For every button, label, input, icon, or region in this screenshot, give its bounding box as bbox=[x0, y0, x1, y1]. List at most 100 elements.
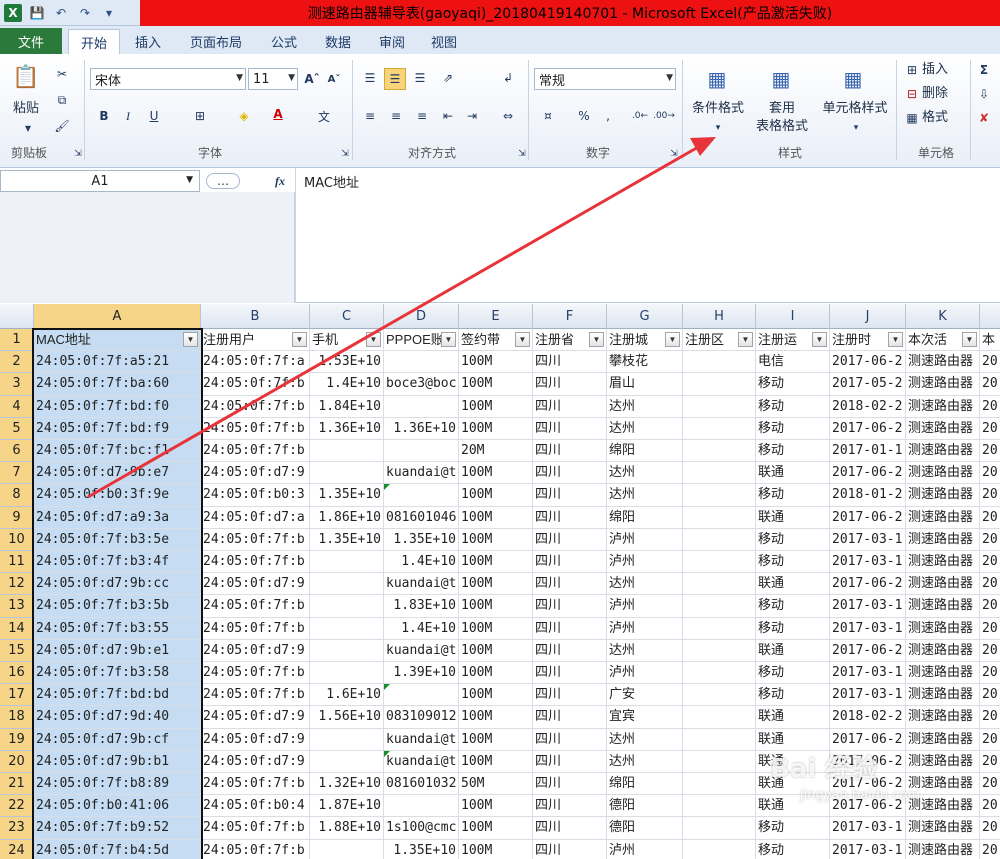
table-cell[interactable]: 20 bbox=[980, 573, 1000, 596]
table-cell[interactable]: 20 bbox=[980, 662, 1000, 685]
table-cell[interactable]: 24:05:0f:d7:9 bbox=[201, 728, 310, 751]
table-cell[interactable]: 24:05:0f:d7:9 bbox=[201, 573, 310, 596]
column-header[interactable]: F bbox=[533, 304, 607, 329]
table-cell[interactable]: 德阳 bbox=[607, 795, 683, 818]
column-header[interactable]: C bbox=[310, 304, 384, 329]
table-cell[interactable]: 24:05:0f:b0:3 bbox=[201, 484, 310, 507]
filter-dropdown-icon[interactable]: ▼ bbox=[366, 332, 381, 347]
row-header[interactable]: 11 bbox=[0, 551, 34, 574]
row-header[interactable]: 6 bbox=[0, 440, 34, 463]
formula-bar-splitter-icon[interactable]: … bbox=[206, 173, 240, 189]
table-cell[interactable]: 081601046 bbox=[384, 506, 459, 529]
comma-style-icon[interactable]: , bbox=[600, 108, 616, 124]
table-cell[interactable]: 2018-02-2 bbox=[830, 706, 906, 729]
table-cell[interactable]: 1.35E+10 bbox=[384, 839, 459, 859]
table-cell[interactable]: 100M bbox=[459, 351, 533, 374]
table-cell[interactable]: 24:05:0f:7f:b3:58 bbox=[34, 662, 201, 685]
table-cell[interactable]: 达州 bbox=[607, 462, 683, 485]
table-cell[interactable]: 移动 bbox=[756, 617, 830, 640]
header-cell[interactable]: MAC地址 ▼ bbox=[34, 329, 201, 352]
tab-home[interactable]: 开始 bbox=[68, 29, 120, 54]
table-cell[interactable]: 24:05:0f:7f:b bbox=[201, 551, 310, 574]
table-cell[interactable]: 测速路由器 bbox=[906, 817, 980, 840]
table-cell[interactable]: 测速路由器 bbox=[906, 639, 980, 662]
table-cell[interactable]: 四川 bbox=[533, 662, 607, 685]
tab-formulas[interactable]: 公式 bbox=[260, 29, 308, 54]
align-left-icon[interactable]: ≡ bbox=[362, 108, 378, 124]
table-cell[interactable]: kuandai@t bbox=[384, 750, 459, 773]
row-header[interactable]: 23 bbox=[0, 817, 34, 840]
table-cell[interactable]: 1.36E+10 bbox=[384, 417, 459, 440]
table-cell[interactable]: 2017-06-2 bbox=[830, 506, 906, 529]
italic-icon[interactable]: I bbox=[120, 108, 136, 124]
chevron-down-icon[interactable]: ▾ bbox=[710, 120, 726, 136]
row-header[interactable]: 13 bbox=[0, 595, 34, 618]
column-header[interactable]: E bbox=[459, 304, 533, 329]
table-cell[interactable]: 100M bbox=[459, 684, 533, 707]
table-cell[interactable] bbox=[683, 506, 756, 529]
table-cell[interactable]: 四川 bbox=[533, 395, 607, 418]
table-cell[interactable]: 24:05:0f:7f:b bbox=[201, 684, 310, 707]
table-cell[interactable] bbox=[683, 728, 756, 751]
table-cell[interactable]: 2017-06-2 bbox=[830, 351, 906, 374]
table-cell[interactable]: 移动 bbox=[756, 662, 830, 685]
table-cell[interactable]: 2017-06-2 bbox=[830, 639, 906, 662]
table-cell[interactable]: 测速路由器 bbox=[906, 440, 980, 463]
table-cell[interactable] bbox=[683, 750, 756, 773]
table-cell[interactable]: 泸州 bbox=[607, 595, 683, 618]
excel-logo-icon[interactable]: X bbox=[4, 4, 22, 22]
filter-dropdown-icon[interactable]: ▼ bbox=[962, 332, 977, 347]
table-cell[interactable]: 20 bbox=[980, 373, 1000, 396]
table-cell[interactable]: 2017-06-2 bbox=[830, 417, 906, 440]
table-cell[interactable]: 24:05:0f:7f:bd:f9 bbox=[34, 417, 201, 440]
header-cell[interactable]: 注册运 ▼ bbox=[756, 329, 830, 352]
borders-icon[interactable]: ⊞ bbox=[192, 108, 208, 124]
table-cell[interactable]: 24:05:0f:b0:3f:9e bbox=[34, 484, 201, 507]
header-cell[interactable]: 注册时 ▼ bbox=[830, 329, 906, 352]
table-cell[interactable]: 联通 bbox=[756, 462, 830, 485]
table-cell[interactable]: 20 bbox=[980, 706, 1000, 729]
table-cell[interactable]: 测速路由器 bbox=[906, 706, 980, 729]
table-cell[interactable]: 1.84E+10 bbox=[310, 395, 384, 418]
table-cell[interactable]: 泸州 bbox=[607, 528, 683, 551]
table-cell[interactable]: 083109012 bbox=[384, 706, 459, 729]
header-cell[interactable]: 注册区 ▼ bbox=[683, 329, 756, 352]
table-cell[interactable]: 100M bbox=[459, 750, 533, 773]
table-cell[interactable]: 达州 bbox=[607, 639, 683, 662]
table-cell[interactable]: 四川 bbox=[533, 440, 607, 463]
table-cell[interactable] bbox=[683, 773, 756, 796]
align-center-icon[interactable]: ≡ bbox=[388, 108, 404, 124]
name-box[interactable]: A1 ▼ bbox=[0, 170, 200, 192]
table-cell[interactable]: 1.36E+10 bbox=[310, 417, 384, 440]
conditional-format-button[interactable]: 条件格式 bbox=[686, 100, 750, 118]
table-cell[interactable]: 20 bbox=[980, 529, 1000, 551]
table-cell[interactable]: 100M bbox=[459, 506, 533, 529]
table-cell[interactable]: 24:05:0f:d7:a bbox=[201, 506, 310, 529]
table-cell[interactable] bbox=[310, 728, 384, 751]
table-cell[interactable]: 达州 bbox=[607, 573, 683, 596]
cut-icon[interactable]: ✂ bbox=[54, 66, 70, 82]
format-as-table-line2[interactable]: 表格格式 bbox=[746, 118, 818, 136]
table-cell[interactable]: 四川 bbox=[533, 462, 607, 485]
table-cell[interactable]: 24:05:0f:b0:41:06 bbox=[34, 795, 201, 818]
table-cell[interactable]: 24:05:0f:d7:9b:cf bbox=[34, 728, 201, 751]
table-cell[interactable]: 测速路由器 bbox=[906, 528, 980, 551]
table-cell[interactable]: 联通 bbox=[756, 706, 830, 729]
grow-font-icon[interactable]: Aˆ bbox=[304, 71, 320, 87]
table-cell[interactable]: 移动 bbox=[756, 839, 830, 859]
clear-icon[interactable]: ✘ bbox=[976, 110, 992, 126]
row-header[interactable]: 20 bbox=[0, 750, 34, 773]
table-cell[interactable]: 20 bbox=[980, 351, 1000, 374]
table-cell[interactable]: 24:05:0f:d7:9 bbox=[201, 750, 310, 773]
table-cell[interactable]: 20M bbox=[459, 440, 533, 463]
table-cell[interactable]: 测速路由器 bbox=[906, 551, 980, 574]
column-header[interactable]: I bbox=[756, 304, 830, 329]
table-cell[interactable]: 20 bbox=[980, 751, 1000, 773]
table-cell[interactable] bbox=[683, 706, 756, 729]
table-cell[interactable]: 测速路由器 bbox=[906, 595, 980, 618]
table-cell[interactable] bbox=[310, 839, 384, 859]
table-cell[interactable] bbox=[683, 684, 756, 707]
table-cell[interactable]: 四川 bbox=[533, 839, 607, 859]
table-cell[interactable]: 泸州 bbox=[607, 839, 683, 859]
table-cell[interactable]: 24:05:0f:7f:b bbox=[201, 395, 310, 418]
